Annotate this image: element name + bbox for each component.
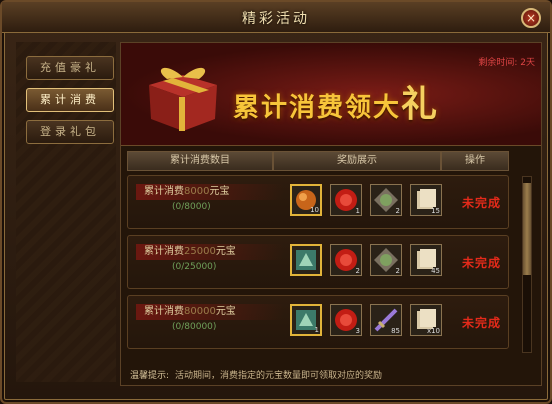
scrollbar[interactable]: [522, 176, 532, 353]
item-count: 2: [355, 267, 360, 275]
row-label-prefix: 累计消费: [144, 306, 184, 317]
header-amount: 累计消费数目: [127, 151, 273, 171]
row-progress: (0/25000): [172, 262, 217, 272]
main-panel: 累计消费领大礼 剩余时间: 2天 累计消费数目 奖励展示 操作 累计消费8000…: [120, 42, 542, 386]
title-bar: 精彩活动 ×: [2, 2, 550, 33]
row-label: 累计消费80000元宝: [136, 304, 284, 320]
dragon-icon[interactable]: [290, 244, 322, 276]
header-action: 操作: [441, 151, 509, 171]
table-row: 累计消费80000元宝 (0/80000) 1 3 85 x10 未完成: [127, 295, 509, 349]
table-row: 累计消费8000元宝 (0/8000) 10 1 2 15 未完成: [127, 175, 509, 229]
item-count: 2: [395, 207, 400, 215]
red-gem-icon[interactable]: 1: [330, 184, 362, 216]
row-unit: 元宝: [209, 186, 230, 197]
row-amount: 8000: [184, 186, 210, 197]
event-window: 精彩活动 × 充值豪礼 累计消费 登录礼包 累计消费领大礼 剩余时间: 2天 累…: [0, 0, 552, 404]
tab-login-gift[interactable]: 登录礼包: [26, 120, 114, 144]
row-label: 累计消费25000元宝: [136, 244, 284, 260]
item-count: 15: [431, 207, 440, 215]
table-header: 累计消费数目 奖励展示 操作: [127, 151, 509, 171]
row-label-prefix: 累计消费: [144, 186, 184, 197]
banner-title-big: 礼: [401, 83, 440, 125]
window-title: 精彩活动: [242, 11, 310, 27]
gift-box-icon: [149, 67, 217, 131]
red-gem-icon[interactable]: 2: [330, 244, 362, 276]
row-unit: 元宝: [215, 246, 236, 257]
row-amount: 25000: [184, 246, 216, 257]
row-label: 累计消费8000元宝: [136, 184, 284, 200]
dragon-icon[interactable]: 1: [290, 304, 322, 336]
banner-title: 累计消费领大礼: [233, 75, 439, 127]
scroll-icon[interactable]: x10: [410, 304, 442, 336]
scrollbar-thumb[interactable]: [523, 183, 531, 275]
item-count: 45: [431, 267, 440, 275]
scroll-icon[interactable]: 15: [410, 184, 442, 216]
tip-body: 活动期间，消费指定的元宝数量即可领取对应的奖励: [175, 371, 383, 381]
row-unit: 元宝: [215, 306, 236, 317]
header-rewards: 奖励展示: [273, 151, 441, 171]
status-badge: 未完成: [462, 316, 502, 330]
item-count: 1: [355, 207, 360, 215]
green-orb-icon[interactable]: 2: [370, 244, 402, 276]
table-row: 累计消费25000元宝 (0/25000) 2 2 45 未完成: [127, 235, 509, 289]
close-button[interactable]: ×: [521, 8, 541, 28]
status-badge: 未完成: [462, 196, 502, 210]
orb-icon[interactable]: 10: [290, 184, 322, 216]
scroll-icon[interactable]: 45: [410, 244, 442, 276]
item-count: 2: [395, 267, 400, 275]
banner-title-main: 累计消费领大: [233, 93, 402, 123]
item-count: 3: [355, 327, 360, 335]
item-count: 1: [314, 326, 319, 334]
status-badge: 未完成: [462, 256, 502, 270]
item-count: 10: [310, 206, 319, 214]
row-progress: (0/8000): [172, 202, 211, 212]
green-orb-icon[interactable]: 2: [370, 184, 402, 216]
red-gem-icon[interactable]: 3: [330, 304, 362, 336]
tip-label: 温馨提示:: [130, 371, 170, 381]
banner: 累计消费领大礼 剩余时间: 2天: [121, 43, 541, 146]
row-amount: 80000: [184, 306, 216, 317]
item-count: x10: [426, 327, 440, 335]
row-label-prefix: 累计消费: [144, 246, 184, 257]
row-progress: (0/80000): [172, 322, 217, 332]
tip-text: 温馨提示: 活动期间，消费指定的元宝数量即可领取对应的奖励: [130, 368, 530, 381]
tab-consumption[interactable]: 累计消费: [26, 88, 114, 112]
sword-icon[interactable]: 85: [370, 304, 402, 336]
item-count: 85: [391, 327, 400, 335]
remaining-time: 剩余时间: 2天: [478, 58, 535, 68]
tab-recharge[interactable]: 充值豪礼: [26, 56, 114, 80]
